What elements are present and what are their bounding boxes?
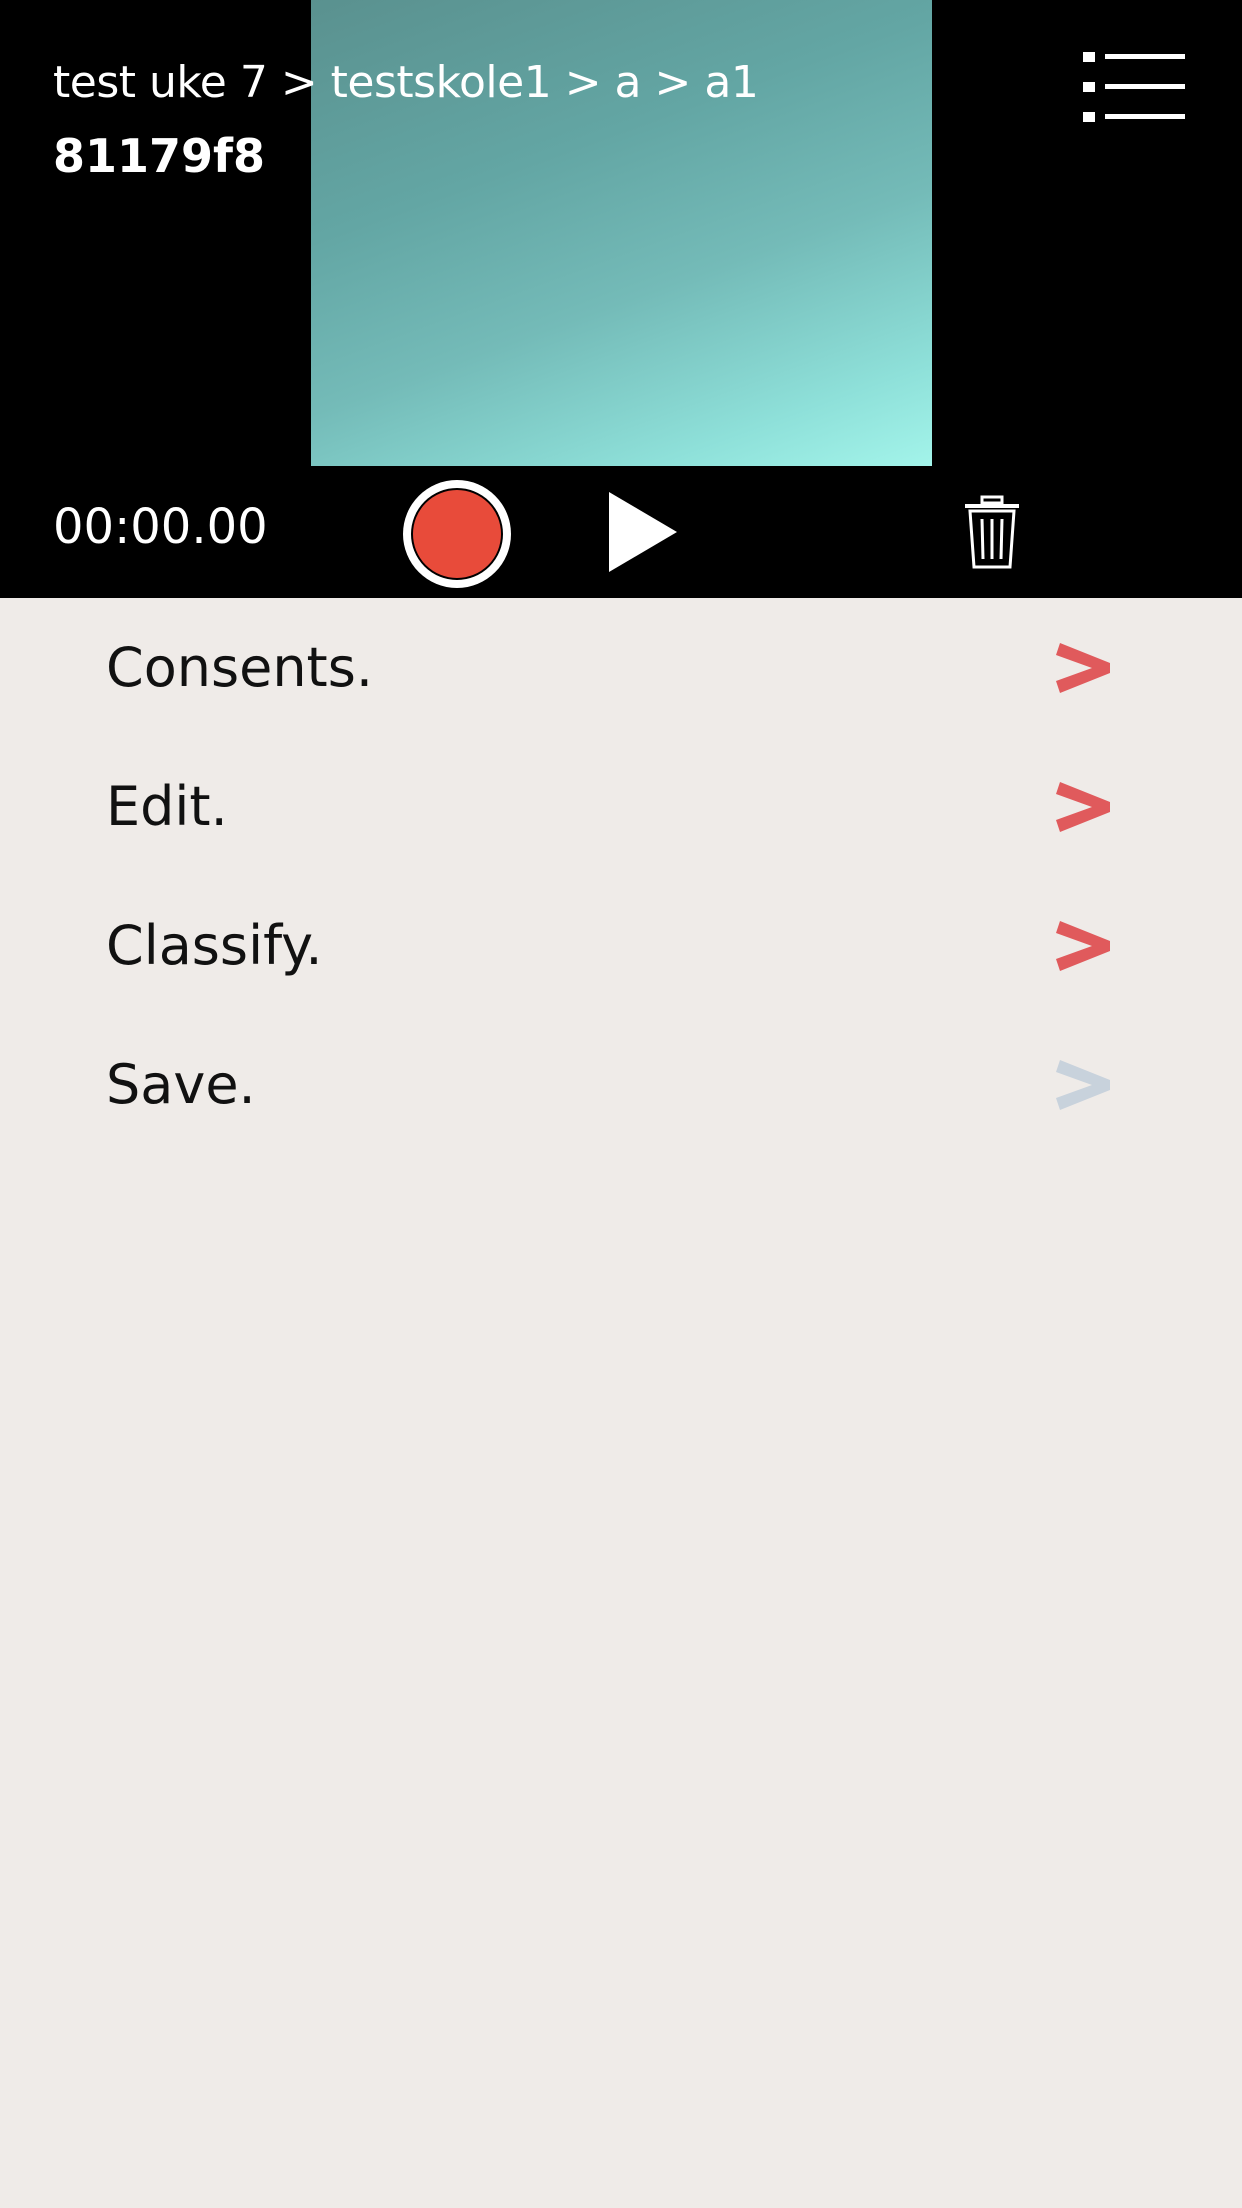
play-button[interactable] (607, 490, 679, 574)
recorder-panel: test uke 7 > testskole1 > a > a1 81179f8… (0, 0, 1242, 598)
delete-button[interactable] (962, 495, 1022, 571)
step-consents[interactable]: Consents. (0, 598, 1242, 737)
menu-button[interactable] (1075, 48, 1193, 126)
chevron-right-icon (1056, 643, 1110, 693)
chevron-right-icon (1056, 1060, 1110, 1110)
breadcrumb: test uke 7 > testskole1 > a > a1 (53, 57, 759, 108)
step-label: Classify. (106, 914, 323, 977)
step-label: Save. (106, 1053, 256, 1116)
step-save[interactable]: Save. (0, 1015, 1242, 1154)
chevron-right-icon (1056, 782, 1110, 832)
step-edit[interactable]: Edit. (0, 737, 1242, 876)
recording-timer: 00:00.00 (53, 499, 268, 555)
record-button[interactable] (403, 480, 511, 588)
list-menu-icon (1083, 52, 1185, 122)
play-icon (609, 492, 677, 572)
step-label: Edit. (106, 775, 228, 838)
session-id: 81179f8 (53, 129, 266, 183)
trash-icon (965, 495, 1019, 569)
chevron-right-icon (1056, 921, 1110, 971)
step-classify[interactable]: Classify. (0, 876, 1242, 1015)
step-label: Consents. (106, 636, 374, 699)
record-icon (411, 488, 503, 580)
